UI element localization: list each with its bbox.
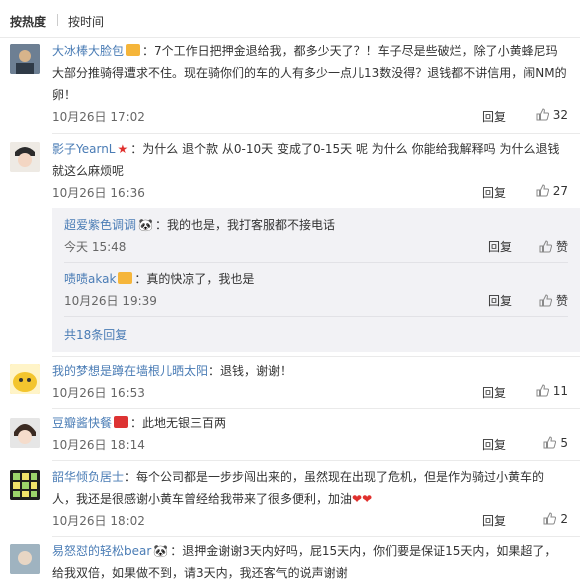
comment-username[interactable]: 韶华倾负居士	[52, 470, 124, 484]
like-button[interactable]: 5	[543, 436, 568, 450]
thumbs-up-icon	[536, 108, 549, 121]
comment-meta: 10月26日 18:02 回复 2	[52, 512, 568, 532]
reply-button[interactable]: 回复	[482, 512, 506, 529]
thumbs-up-icon	[543, 512, 557, 525]
comment-username[interactable]: 易怒怼的轻松bear	[52, 544, 151, 558]
reply-username[interactable]: 啧啧akak	[64, 272, 116, 286]
like-button[interactable]: 2	[543, 512, 568, 526]
reply-text-block: 超爱紫色调调 🐼 ：我的也是，我打客服都不接电话	[64, 216, 335, 234]
reply-text-block: 啧啧akak ：真的快凉了，我也是	[64, 270, 254, 288]
like-label: 赞	[555, 294, 568, 308]
comment-text-block: 大冰棒大脸包 ：7个工作日把押金退给我，都多少天了？！车子尽是些破烂，除了小黄蜂尼…	[52, 40, 568, 106]
comment-time: 10月26日 17:02	[52, 110, 145, 124]
comment-text-block: 韶华倾负居士：每个公司都是一步步闯出来的，虽然现在出现了危机，但是作为骑过小黄车…	[52, 466, 568, 510]
star-badge-icon: ★	[117, 142, 129, 156]
sort-tabs: 按热度 按时间	[0, 0, 580, 38]
reply-button[interactable]: 回复	[482, 436, 506, 453]
comment-username[interactable]: 大冰棒大脸包	[52, 44, 124, 58]
comment-text-block: 易怒怼的轻松bear 🐼 ：退押金谢谢3天内好吗，屁15天内，你们要是保证15天内，…	[52, 540, 568, 584]
member-badge-icon	[126, 44, 141, 56]
like-count: 27	[552, 184, 568, 198]
member-badge-icon	[118, 272, 133, 284]
divider	[52, 460, 580, 461]
comment-text-block: 我的梦想是蹲在墙根儿晒太阳：退钱，谢谢！	[52, 360, 568, 382]
like-count: 2	[560, 512, 568, 526]
reply-content: ：真的快凉了，我也是	[134, 272, 255, 286]
comment-meta: 10月26日 16:36 回复 27	[52, 184, 568, 204]
comment-content: ：为什么 退个款 从0-10天 变成了0-15天 呢 为什么 你能给我解释吗 为…	[52, 142, 560, 178]
avatar[interactable]	[10, 364, 40, 394]
vip-badge-icon	[114, 416, 129, 428]
divider	[52, 536, 580, 537]
thumbs-up-icon	[539, 240, 552, 253]
comment-meta: 10月26日 17:02 回复 32	[52, 108, 568, 128]
like-button[interactable]: 27	[536, 184, 568, 198]
tab-divider	[57, 14, 58, 26]
reply-meta: 今天 15:48 回复 赞	[64, 238, 568, 258]
avatar[interactable]	[10, 544, 40, 574]
avatar[interactable]	[10, 44, 40, 74]
reply-content: ：我的也是，我打客服都不接电话	[154, 218, 335, 232]
reply-username[interactable]: 超爱紫色调调	[64, 218, 136, 232]
comment-time: 10月26日 18:02	[52, 514, 145, 528]
avatar[interactable]	[10, 470, 40, 500]
thumbs-up-icon	[536, 384, 549, 397]
comment-username[interactable]: 影子YearnL	[52, 142, 116, 156]
comment-content: ：每个公司都是一步步闯出来的，虽然现在出现了危机，但是作为骑过小黄车的人，我还是…	[52, 470, 545, 506]
like-count: 5	[560, 436, 568, 450]
comment-time: 10月26日 18:14	[52, 438, 145, 452]
like-count: 32	[552, 108, 568, 122]
replies-panel: 超爱紫色调调 🐼 ：我的也是，我打客服都不接电话 今天 15:48 回复 赞 啧啧a…	[52, 208, 580, 352]
avatar[interactable]	[10, 142, 40, 172]
like-button[interactable]: 11	[536, 384, 568, 398]
comment-username[interactable]: 豆瓣酱快餐	[52, 416, 112, 430]
divider	[52, 133, 580, 134]
reply-button[interactable]: 回复	[482, 184, 506, 201]
reply-button[interactable]: 回复	[482, 108, 506, 125]
thumbs-up-icon	[539, 294, 552, 307]
reply-time: 10月26日 19:39	[64, 294, 157, 308]
avatar[interactable]	[10, 418, 40, 448]
reply-button[interactable]: 回复	[488, 238, 512, 255]
like-button[interactable]: 32	[536, 108, 568, 122]
tab-sort-by-time[interactable]: 按时间	[68, 13, 104, 30]
comment-text-block: 豆瓣酱快餐 ：此地无银三百两	[52, 412, 568, 434]
panda-emoji-icon: 🐼	[153, 544, 169, 558]
comment-text-block: 影子YearnL ★ ：为什么 退个款 从0-10天 变成了0-15天 呢 为什么 …	[52, 138, 568, 182]
like-button[interactable]: 赞	[539, 292, 568, 309]
reply-time: 今天 15:48	[64, 240, 127, 254]
panda-emoji-icon: 🐼	[138, 218, 153, 232]
like-count: 11	[552, 384, 568, 398]
comment-content: ：退钱，谢谢！	[208, 364, 293, 378]
comment-meta: 10月26日 18:14 回复 5	[52, 436, 568, 456]
divider	[52, 408, 580, 409]
heart-icon: ❤❤	[352, 492, 373, 506]
thumbs-up-icon	[536, 184, 549, 197]
tab-sort-by-hot[interactable]: 按热度	[10, 13, 46, 30]
like-button[interactable]: 赞	[539, 238, 568, 255]
like-label: 赞	[555, 240, 568, 254]
reply-meta: 10月26日 19:39 回复 赞	[64, 292, 568, 312]
thumbs-up-icon	[543, 436, 557, 449]
comment-meta: 10月26日 16:53 回复 11	[52, 384, 568, 404]
divider	[64, 316, 568, 317]
divider	[52, 356, 580, 357]
divider	[64, 262, 568, 263]
comment-content: ：此地无银三百两	[130, 416, 227, 430]
comment-time: 10月26日 16:53	[52, 386, 145, 400]
reply-button[interactable]: 回复	[488, 292, 512, 309]
more-replies-link[interactable]: 共18条回复	[64, 326, 127, 343]
comment-username[interactable]: 我的梦想是蹲在墙根儿晒太阳	[52, 364, 208, 378]
comment-time: 10月26日 16:36	[52, 186, 145, 200]
reply-button[interactable]: 回复	[482, 384, 506, 401]
